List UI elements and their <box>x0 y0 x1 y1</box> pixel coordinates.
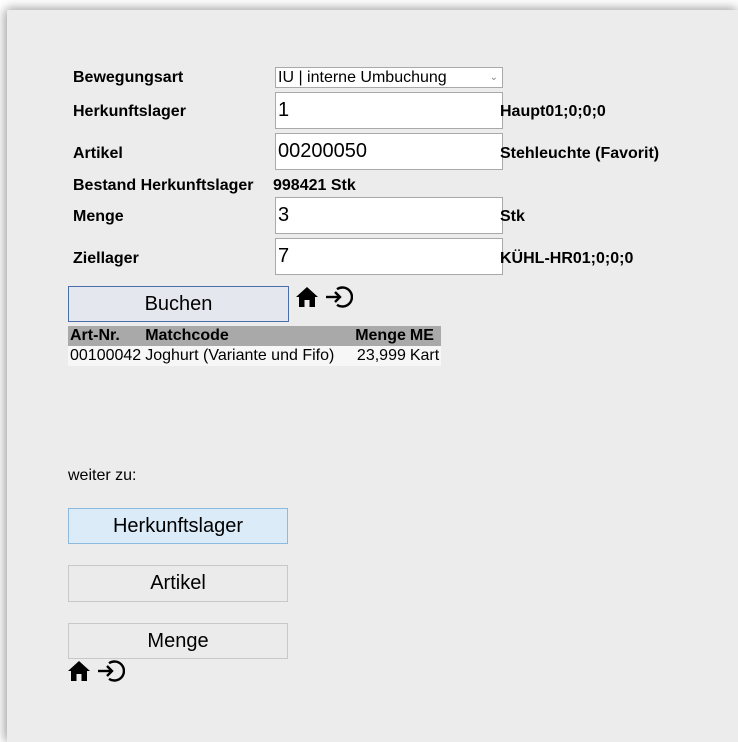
col-art-nr: Art-Nr. <box>68 326 144 346</box>
col-matchcode: Matchcode <box>143 326 354 346</box>
herkunftslager-input[interactable] <box>275 92 503 129</box>
artikel-input[interactable] <box>275 133 503 170</box>
ziellager-input[interactable] <box>275 238 503 275</box>
bottom-icon-row <box>67 659 125 683</box>
herkunftslager-info: Haupt01;0;0;0 <box>500 103 606 120</box>
ziellager-label: Ziellager <box>73 250 139 267</box>
buchen-button[interactable]: Buchen <box>68 286 289 322</box>
col-menge: Menge <box>353 326 408 346</box>
cell-matchcode: Joghurt (Variante und Fifo) <box>143 346 354 366</box>
home-icon[interactable] <box>67 660 91 682</box>
menge-info: Stk <box>500 208 525 225</box>
chevron-down-icon: ⌄ <box>489 72 498 83</box>
artikel-info: Stehleuchte (Favorit) <box>500 145 660 162</box>
cell-art-nr: 00100042 <box>68 346 144 366</box>
weiter-label: weiter zu: <box>68 467 137 484</box>
bewegungsart-select[interactable]: IU | interne Umbuchung ⌄ <box>275 67 503 88</box>
table-row[interactable]: 00100042 Joghurt (Variante und Fifo) 23,… <box>68 346 442 366</box>
bewegungsart-label: Bewegungsart <box>73 69 184 86</box>
menge-input[interactable] <box>275 197 503 234</box>
bestand-value: 998421 Stk <box>273 177 356 194</box>
logout-icon[interactable] <box>325 285 353 309</box>
top-icon-row <box>295 285 353 309</box>
weiter-menge-button[interactable]: Menge <box>68 623 288 659</box>
logout-icon[interactable] <box>97 659 125 683</box>
bestand-label: Bestand Herkunftslager <box>73 177 254 194</box>
menge-label: Menge <box>73 208 124 225</box>
cell-me: Kart <box>407 346 442 366</box>
weiter-herkunftslager-button[interactable]: Herkunftslager <box>68 508 288 544</box>
weiter-artikel-button[interactable]: Artikel <box>68 565 288 602</box>
ziellager-info: KÜHL-HR01;0;0;0 <box>500 250 634 267</box>
page-panel: Bewegungsart IU | interne Umbuchung ⌄ He… <box>7 10 738 742</box>
col-me: ME <box>407 326 442 346</box>
herkunftslager-label: Herkunftslager <box>73 103 186 120</box>
artikel-label: Artikel <box>73 145 123 162</box>
stock-table: Art-Nr. Matchcode Menge ME 00100042 Jogh… <box>68 326 442 366</box>
cell-menge: 23,999 <box>353 346 408 366</box>
table-header-row: Art-Nr. Matchcode Menge ME <box>68 326 442 346</box>
bewegungsart-value: IU | interne Umbuchung <box>278 69 447 86</box>
home-icon[interactable] <box>295 286 319 308</box>
